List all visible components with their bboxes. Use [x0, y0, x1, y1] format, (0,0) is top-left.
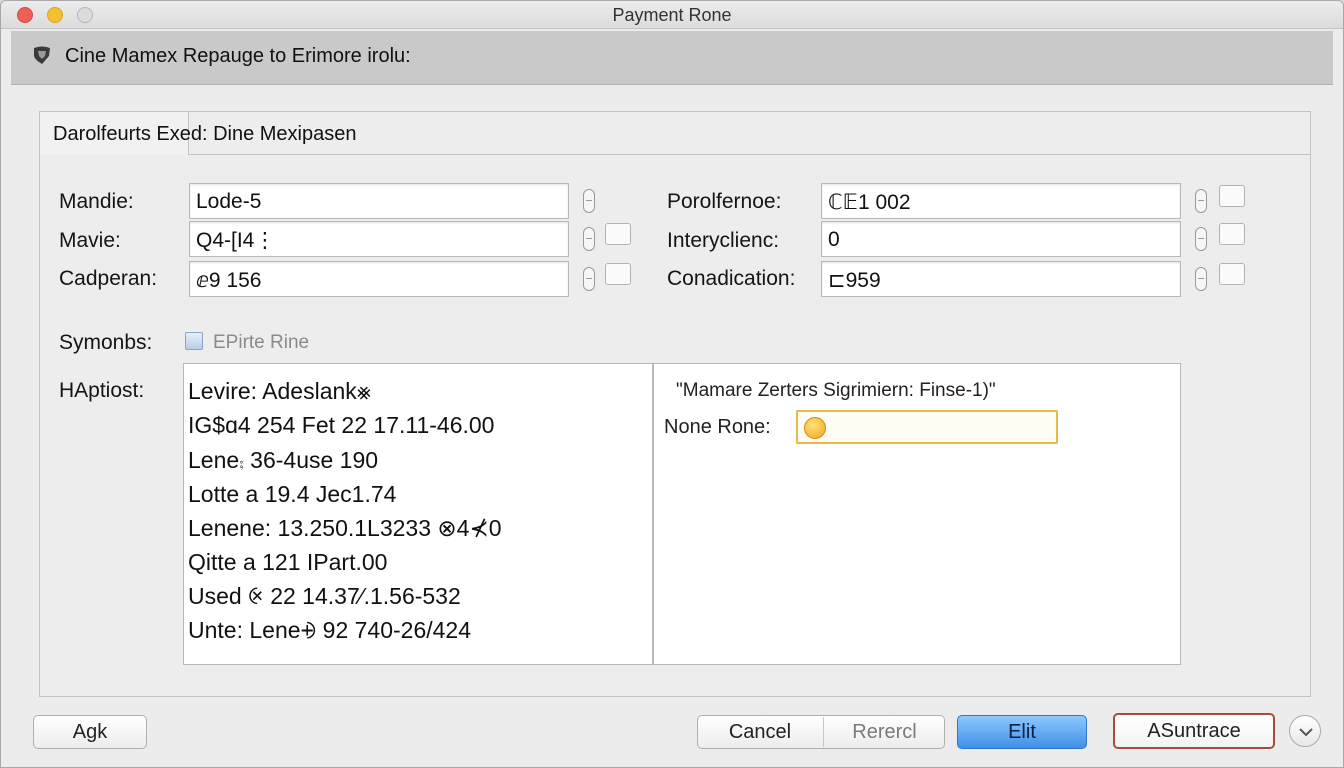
- mavie-checkbox[interactable]: [605, 223, 631, 245]
- shield-icon: [34, 46, 50, 64]
- list-item[interactable]: Qitte a 121 IPart.00: [188, 549, 387, 576]
- agk-button[interactable]: Agk: [33, 715, 147, 749]
- details-note: "Mamare Zerters Sigrimiern: Finse-1)": [676, 380, 996, 401]
- conadication-field[interactable]: ⊏959: [821, 261, 1181, 297]
- interyclienc-checkbox[interactable]: [1219, 223, 1245, 245]
- mavie-stepper[interactable]: [583, 227, 595, 251]
- porolfernoe-label: Porolfernoe:: [667, 190, 782, 213]
- tab-label[interactable]: Darolfeurts: [53, 123, 151, 145]
- epirte-rine-label: EPirte Rine: [213, 332, 310, 353]
- header-text: Cine Mamex Repauge to Erimore irolu:: [65, 45, 411, 67]
- epirte-rine-checkbox[interactable]: [185, 332, 203, 350]
- cadperan-field[interactable]: ⅇ9 156: [189, 261, 569, 297]
- cadperan-stepper[interactable]: [583, 267, 595, 291]
- cancel-button[interactable]: Cancel: [697, 715, 823, 749]
- list-item[interactable]: Lenene: 13.250.1L3233 ⊗4⊀0: [188, 515, 502, 542]
- none-rone-field[interactable]: [796, 410, 1058, 444]
- none-rone-label: None Rone:: [664, 416, 771, 438]
- history-list[interactable]: Levire: Adeslank⨳ IG$ɑ4 254 Fet 22 17.11…: [183, 363, 653, 665]
- mandie-label: Mandie:: [59, 190, 134, 213]
- coin-icon: [804, 417, 826, 439]
- history-label: HAptiost:: [59, 379, 145, 402]
- details-panel: "Mamare Zerters Sigrimiern: Finse-1)" No…: [653, 363, 1181, 665]
- interyclienc-stepper[interactable]: [1195, 227, 1207, 251]
- list-item[interactable]: Used ⨴ 22 14.37⁄.1.56-532: [188, 583, 461, 610]
- mavie-field[interactable]: Q4-[I4⋮: [189, 221, 569, 257]
- tab-divider: [189, 154, 1311, 155]
- header-bar: Cine Mamex Repauge to Erimore irolu:: [11, 31, 1333, 85]
- interyclienc-field[interactable]: 0: [821, 221, 1181, 257]
- porolfernoe-field[interactable]: ℂ𝔼1 002: [821, 183, 1181, 219]
- list-item[interactable]: IG$ɑ4 254 Fet 22 17.11-46.00: [188, 412, 494, 439]
- mavie-label: Mavie:: [59, 229, 121, 252]
- porolfernoe-checkbox[interactable]: [1219, 185, 1245, 207]
- cadperan-checkbox[interactable]: [605, 263, 631, 285]
- list-item[interactable]: Lene⨾ 36-4use 190: [188, 447, 378, 474]
- conadication-checkbox[interactable]: [1219, 263, 1245, 285]
- chevron-down-icon: [1299, 728, 1313, 737]
- interyclienc-label: Interyclienc:: [667, 229, 780, 252]
- list-item[interactable]: Unte: Lene⨮ 92 740-26/424: [188, 617, 471, 644]
- window-title: Payment Rone: [612, 5, 732, 25]
- asuntrace-button[interactable]: ASuntrace: [1113, 713, 1275, 749]
- list-item[interactable]: Levire: Adeslank⨳: [188, 378, 371, 405]
- payment-window: Payment Rone Cine Mamex Repauge to Erimo…: [0, 0, 1344, 768]
- more-options-button[interactable]: [1289, 715, 1321, 747]
- reset-button[interactable]: Rerercl: [824, 715, 945, 749]
- cadperan-label: Cadperan:: [59, 267, 158, 290]
- conadication-label: Conadication:: [667, 267, 796, 290]
- tab-heading: Darolfeurts Exed: Dine Mexipasen: [53, 123, 356, 146]
- porolfernoe-stepper[interactable]: [1195, 189, 1207, 213]
- conadication-stepper[interactable]: [1195, 267, 1207, 291]
- elit-button[interactable]: Elit: [957, 715, 1087, 749]
- section-heading: Exed: Dine Mexipasen: [156, 123, 357, 145]
- list-item[interactable]: Lotte a 19.4 Jec1.74: [188, 481, 396, 508]
- mandie-stepper[interactable]: [583, 189, 595, 213]
- symonbs-label: Symonbs:: [59, 331, 153, 354]
- mandie-field[interactable]: Lode-5: [189, 183, 569, 219]
- title-bar: Payment Rone: [1, 1, 1343, 29]
